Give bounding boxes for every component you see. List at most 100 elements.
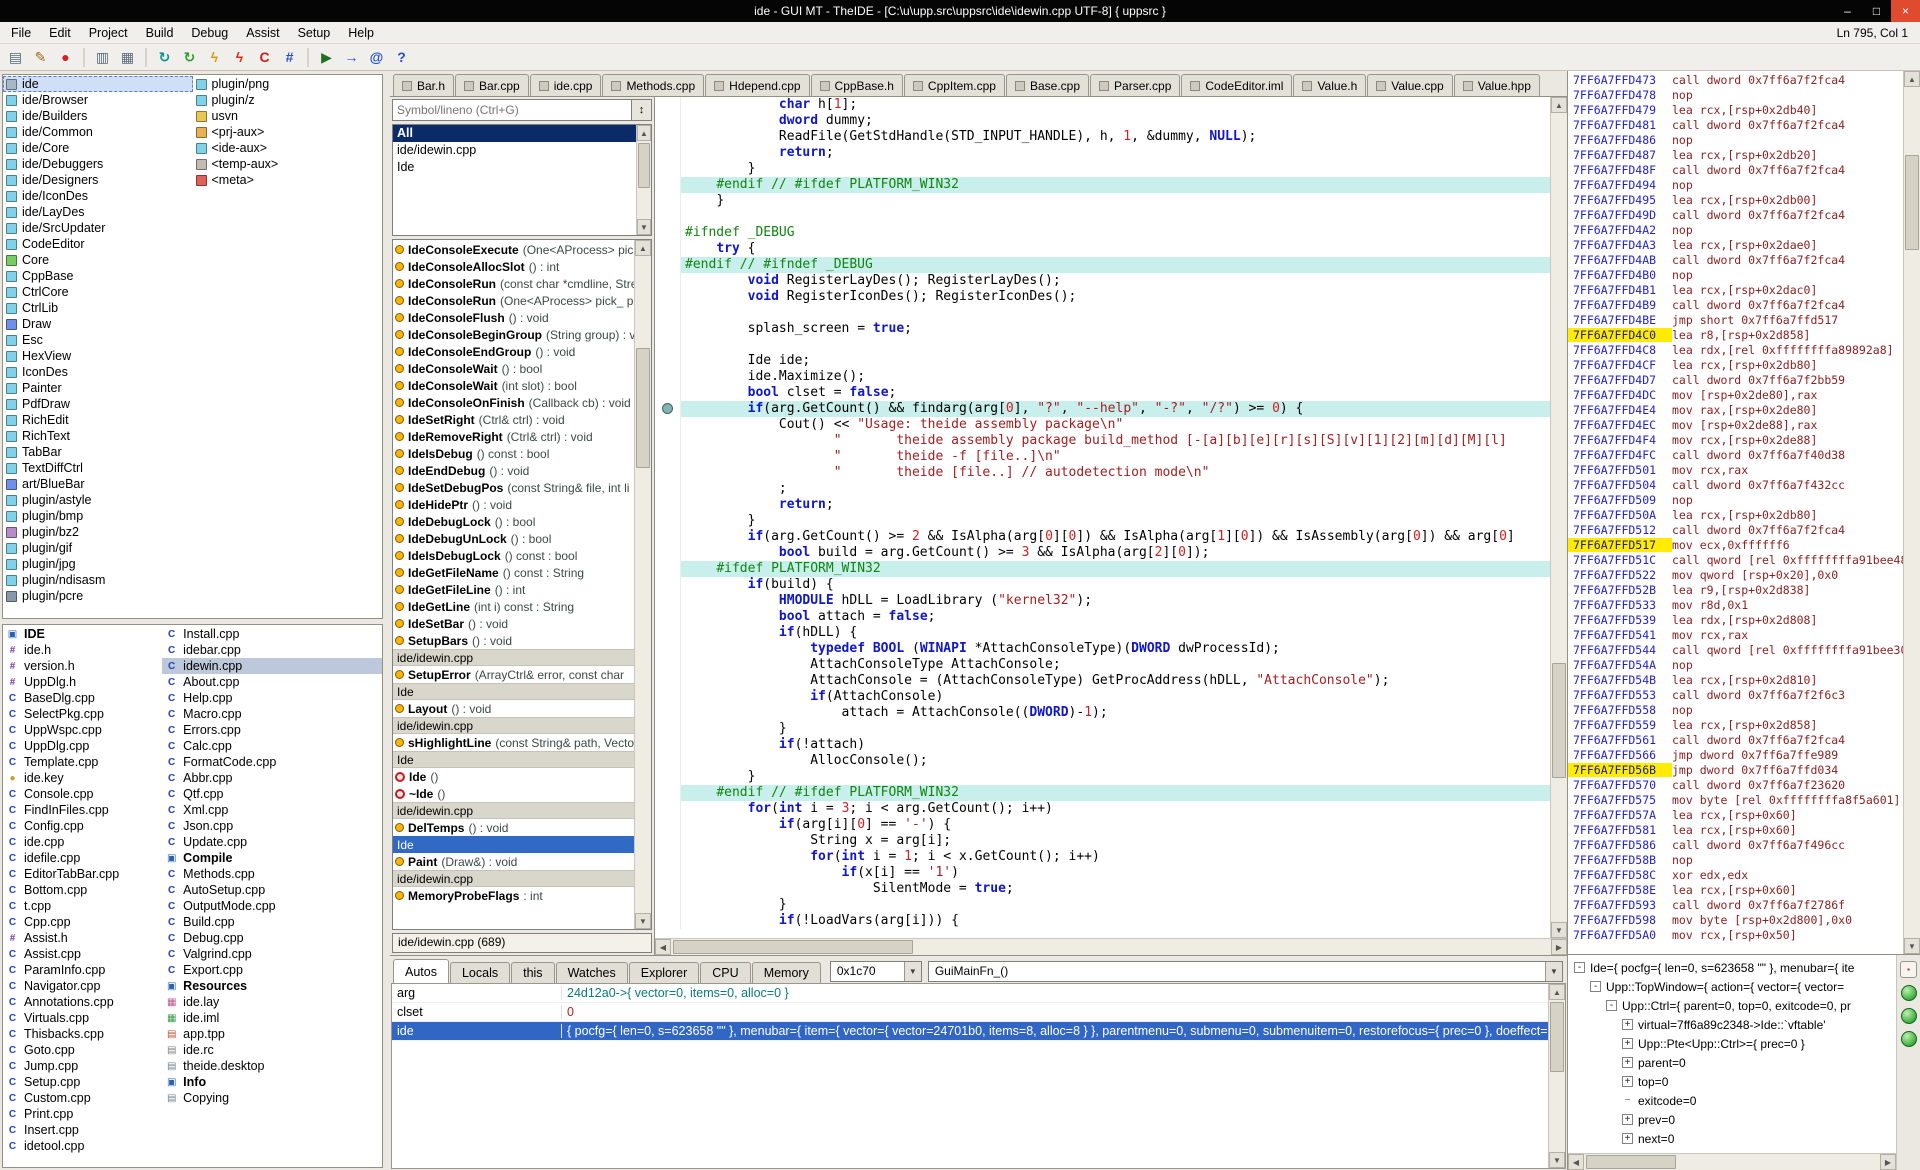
code-line[interactable]: for(int i = 1; i < x.GetCount(); i++) — [655, 849, 1550, 865]
debug-run-button[interactable]: ▶ — [314, 46, 339, 69]
disasm-row[interactable]: 7FF6A7FFD49Dcall dword 0x7ff6a7f2fca4 — [1568, 207, 1903, 222]
scroll-down-button[interactable]: ▼ — [635, 913, 651, 929]
file-item[interactable]: CAssist.cpp — [3, 946, 162, 962]
package-item[interactable]: ide/SrcUpdater — [3, 220, 193, 236]
disasm-row[interactable]: 7FF6A7FFD4CFlea rcx,[rsp+0x2db80] — [1568, 357, 1903, 372]
file-item[interactable]: CCalc.cpp — [162, 738, 382, 754]
editor-tab[interactable]: Hdepend.cpp — [705, 74, 809, 96]
code-line[interactable]: typedef BOOL (WINAPI *AttachConsoleType)… — [655, 641, 1550, 657]
disasm-row[interactable]: 7FF6A7FFD4D7call dword 0x7ff6a7f2bb59 — [1568, 372, 1903, 387]
editor-vertical-scrollbar[interactable]: ▲ ▼ — [1550, 97, 1567, 938]
file-new-button[interactable]: ▤ — [3, 46, 28, 69]
rebuild-all-button[interactable]: ϟ — [227, 46, 252, 69]
code-line[interactable]: #ifndef _DEBUG — [655, 225, 1550, 241]
package-item[interactable]: plugin/bmp — [3, 508, 193, 524]
file-group-header[interactable]: ▣Info — [162, 1074, 382, 1090]
help-button[interactable]: ? — [389, 46, 414, 69]
package-item[interactable]: RichText — [3, 428, 193, 444]
disasm-row[interactable]: 7FF6A7FFD58Elea rcx,[rsp+0x60] — [1568, 882, 1903, 897]
code-line[interactable]: splash_screen = true; — [655, 321, 1550, 337]
file-item[interactable]: #Assist.h — [3, 930, 162, 946]
expand-icon[interactable]: + — [1622, 1057, 1633, 1068]
code-line[interactable]: ide.Maximize(); — [655, 369, 1550, 385]
file-item[interactable]: CBuild.cpp — [162, 914, 382, 930]
code-line[interactable]: AttachConsoleType AttachConsole; — [655, 657, 1550, 673]
symbol-item[interactable]: IdeIsDebug() const : bool — [393, 445, 634, 462]
package-item[interactable]: TextDiffCtrl — [3, 460, 193, 476]
symbol-item[interactable]: IdeSetBar() : void — [393, 615, 634, 632]
menu-item-assist[interactable]: Assist — [237, 23, 288, 43]
scroll-up-button[interactable]: ▲ — [637, 125, 651, 141]
package-item[interactable]: CppBase — [3, 268, 193, 284]
collapse-icon[interactable]: - — [1574, 962, 1585, 973]
symbol-item[interactable]: IdeConsoleExecute(One<AProcess> pick — [393, 241, 634, 258]
package-item[interactable]: ide/IconDes — [3, 188, 193, 204]
scroll-thumb[interactable] — [1905, 155, 1919, 250]
symbol-item[interactable]: IdeSetRight(Ctrl& ctrl) : void — [393, 411, 634, 428]
disasm-row[interactable]: 7FF6A7FFD501mov rcx,rax — [1568, 462, 1903, 477]
file-item[interactable]: CCustom.cpp — [3, 1090, 162, 1106]
disasm-row[interactable]: 7FF6A7FFD4C8lea rdx,[rel 0xffffffffa8989… — [1568, 342, 1903, 357]
package-item[interactable]: TabBar — [3, 444, 193, 460]
watch-scrollbar[interactable]: ▲ ▼ — [1548, 984, 1565, 1168]
disassembly-view[interactable]: 7FF6A7FFD473call dword 0x7ff6a7f2fca4 7FF… — [1568, 71, 1903, 954]
disasm-row[interactable]: 7FF6A7FFD4FCcall dword 0x7ff6a7f40d38 — [1568, 447, 1903, 462]
symbol-group-header[interactable]: Ide — [393, 836, 634, 853]
symbol-sort-button[interactable]: ↕ — [632, 99, 652, 121]
code-line[interactable]: if(!attach) — [655, 737, 1550, 753]
code-line[interactable]: " theide assembly package build_method [… — [655, 433, 1550, 449]
file-item[interactable]: CAutoSetup.cpp — [162, 882, 382, 898]
code-line[interactable]: if(hDLL) { — [655, 625, 1550, 641]
assembly-button[interactable]: # — [277, 46, 302, 69]
scroll-down-button[interactable]: ▼ — [1549, 1152, 1565, 1168]
symbol-item[interactable]: MemoryProbeFlags : int — [393, 887, 634, 904]
disasm-row[interactable]: 7FF6A7FFD4B0nop — [1568, 267, 1903, 282]
symbol-group-header[interactable]: Ide — [393, 683, 634, 700]
scroll-track[interactable] — [1551, 113, 1567, 922]
watch-row[interactable]: arg24d12a0->{ vector=0, items=0, alloc=0… — [392, 984, 1548, 1003]
file-item[interactable]: CInstall.cpp — [162, 626, 382, 642]
symbol-item[interactable]: IdeConsoleWait(int slot) : bool — [393, 377, 634, 394]
disasm-row[interactable]: 7FF6A7FFD581lea rcx,[rsp+0x60] — [1568, 822, 1903, 837]
menu-item-setup[interactable]: Setup — [289, 23, 340, 43]
symbol-item[interactable]: IdeConsoleWait() : bool — [393, 360, 634, 377]
package-item[interactable]: ide — [3, 76, 193, 92]
file-group-header[interactable]: ▣IDE — [3, 626, 162, 642]
expand-icon[interactable]: + — [1622, 1038, 1633, 1049]
editor-tab[interactable]: Base.cpp — [1006, 74, 1089, 96]
file-item[interactable]: CConsole.cpp — [3, 786, 162, 802]
code-line[interactable]: char h[1]; — [655, 97, 1550, 113]
disasm-row[interactable]: 7FF6A7FFD473call dword 0x7ff6a7f2fca4 — [1568, 72, 1903, 87]
package-item[interactable]: plugin/jpg — [3, 556, 193, 572]
disasm-row[interactable]: 7FF6A7FFD48Fcall dword 0x7ff6a7f2fca4 — [1568, 162, 1903, 177]
code-line[interactable] — [655, 209, 1550, 225]
scroll-track[interactable] — [1584, 1154, 1880, 1170]
package-item[interactable]: plugin/z — [193, 92, 383, 108]
scroll-down-button[interactable]: ▼ — [637, 219, 651, 235]
scroll-thumb[interactable] — [638, 143, 650, 188]
scope-scrollbar[interactable]: ▲ ▼ — [636, 125, 651, 235]
code-line[interactable]: " theide [file..] // autodetection mode\… — [655, 465, 1550, 481]
code-line[interactable]: bool clset = false; — [655, 385, 1550, 401]
disasm-row[interactable]: 7FF6A7FFD56Bjmp dword 0x7ff6a7ffd034 — [1568, 762, 1903, 777]
file-item[interactable]: Cidefile.cpp — [3, 850, 162, 866]
scroll-thumb[interactable] — [673, 940, 913, 954]
symbol-item[interactable]: ~Ide() — [393, 785, 634, 802]
maximize-button[interactable]: □ — [1862, 0, 1891, 22]
scroll-left-button[interactable]: ◀ — [1568, 1154, 1584, 1170]
expand-icon[interactable]: + — [1622, 1114, 1633, 1125]
file-item[interactable]: CBottom.cpp — [3, 882, 162, 898]
scroll-right-button[interactable]: ▶ — [1551, 939, 1567, 955]
disasm-row[interactable]: 7FF6A7FFD570call dword 0x7ff6a7f23620 — [1568, 777, 1903, 792]
build-project-button[interactable]: ϟ — [202, 46, 227, 69]
code-line[interactable]: #endif // #ifndef _DEBUG — [655, 257, 1550, 273]
file-item[interactable]: CAbout.cpp — [162, 674, 382, 690]
debugger-tab-autos[interactable]: Autos — [393, 959, 449, 983]
package-item[interactable]: plugin/gif — [3, 540, 193, 556]
dropdown-arrow-icon[interactable]: ▼ — [1545, 962, 1562, 981]
disasm-row[interactable]: 7FF6A7FFD4E4mov rax,[rsp+0x2de80] — [1568, 402, 1903, 417]
symbol-scope-item[interactable]: ide/idewin.cpp — [393, 142, 636, 159]
file-item[interactable]: CSelectPkg.cpp — [3, 706, 162, 722]
package-item[interactable]: HexView — [3, 348, 193, 364]
symbol-item[interactable]: IdeGetFileName() const : String — [393, 564, 634, 581]
